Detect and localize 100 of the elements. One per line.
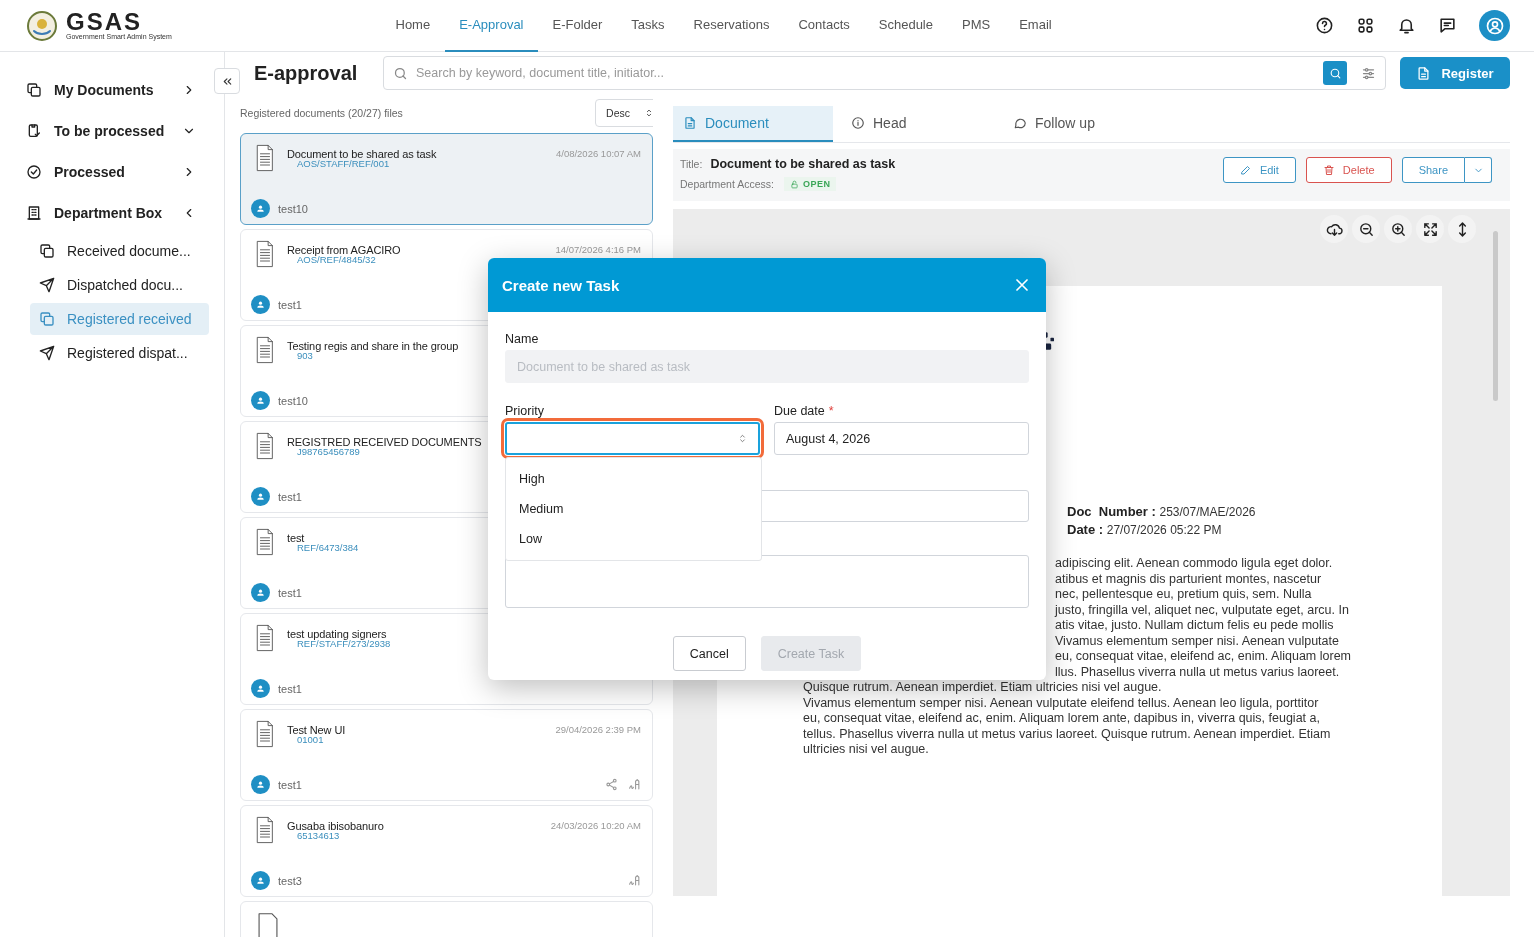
nav-link[interactable]: Tasks — [616, 0, 680, 52]
body-text-line: ultricies nisi vel augue. — [803, 742, 929, 758]
user-name: test3 — [278, 874, 302, 887]
zoom-in-button[interactable] — [1384, 215, 1412, 243]
body-text-line: Vivamus elementum semper nisi. Aenean vulputate — [1055, 633, 1339, 649]
user-name: test1 — [278, 298, 302, 311]
document-title: Receipt from AGACIRO — [287, 244, 401, 256]
dropdown-button[interactable] — [1465, 157, 1492, 183]
nav-link[interactable]: Contacts — [783, 0, 865, 52]
filter-icon[interactable] — [1361, 65, 1376, 81]
user-icon — [1484, 15, 1505, 36]
apps-icon — [1356, 16, 1375, 35]
building-icon — [26, 204, 42, 221]
body-text-line: adipiscing elit. Aenean commodo ligula eget dolor. — [1055, 556, 1333, 572]
register-button[interactable]: Register — [1400, 57, 1510, 89]
sort-arrows-icon — [737, 433, 748, 444]
person-icon — [255, 491, 266, 502]
body-text-line: atis vitae, justo. Nullam dictum felis eu pede mollis — [1055, 618, 1334, 634]
zoom-out-icon — [1357, 220, 1375, 238]
zoom-in-icon — [1389, 220, 1407, 238]
tab[interactable]: Follow up — [1003, 106, 1173, 142]
sidebar-item[interactable]: To be processed — [0, 110, 210, 151]
document-title: Test New UI — [287, 724, 346, 736]
sidebar-item[interactable]: Received docume... — [30, 235, 209, 267]
document-count: Registered documents (20/27) files — [240, 107, 403, 119]
copy-icon — [39, 243, 55, 259]
document-date: 14/07/2026 4:16 PM — [555, 244, 641, 255]
body-text-line: nec, pellentesque eu, pretium quis, sem. Nulla — [1055, 587, 1312, 603]
sidebar-item[interactable]: Department Box — [0, 192, 210, 233]
copy-icon — [26, 81, 42, 98]
body-text-line: Quisque rutrum. Aenean imperdiet. Etiam ultricies nisi vel augue. — [803, 680, 1162, 696]
document-card[interactable]: Gusaba ibisobanuro 24/03/2026 10:20 AM 65134613 test3 — [240, 805, 653, 897]
reference-number: REF/6473/384 — [297, 542, 359, 555]
user-name: test1 — [278, 682, 302, 695]
document-icon — [1416, 65, 1432, 81]
person-icon — [255, 683, 266, 694]
scrollbar[interactable] — [1493, 231, 1498, 401]
required-mark: * — [828, 404, 834, 418]
download-cloud-button[interactable] — [1320, 215, 1348, 243]
document-date: 4/08/2026 10:07 AM — [555, 148, 641, 159]
sidebar-item[interactable]: Registered dispat... — [30, 337, 209, 369]
title-label: Title: — [680, 158, 703, 170]
modal-title: Create new Task — [502, 276, 620, 294]
nav-link[interactable]: Reservations — [679, 0, 784, 52]
bell-icon — [1397, 16, 1416, 35]
emblem-icon — [26, 9, 58, 42]
info-icon — [851, 116, 865, 130]
signature-icon[interactable] — [628, 778, 641, 791]
expand-button[interactable] — [1416, 215, 1444, 243]
document-date: 24/03/2026 10:20 AM — [550, 820, 641, 831]
field-label: Priority — [505, 404, 545, 418]
person-icon — [255, 875, 266, 886]
trash-icon — [1322, 164, 1335, 176]
nav-link[interactable]: PMS — [947, 0, 1005, 52]
nav-link[interactable]: E-Folder — [538, 0, 617, 52]
person-icon — [255, 395, 266, 406]
collapse-button[interactable] — [214, 68, 240, 94]
message-icon — [1438, 16, 1457, 35]
document-title: test — [287, 532, 305, 544]
vertical-arrows-button[interactable] — [1448, 215, 1476, 243]
search-icon — [393, 65, 408, 81]
tab[interactable]: Head — [833, 106, 1003, 142]
share-icon[interactable] — [605, 778, 618, 791]
nav-link[interactable]: E-Approval — [444, 0, 538, 52]
delete-button[interactable]: Delete — [1305, 157, 1392, 183]
sort-select[interactable]: Desc — [595, 99, 653, 127]
sidebar-item[interactable]: Dispatched docu... — [30, 269, 209, 301]
access-label: Department Access: — [680, 178, 774, 190]
sidebar-item[interactable]: My Documents — [0, 69, 210, 110]
send-icon — [39, 277, 55, 293]
document-title: Gusaba ibisobanuro — [287, 820, 384, 832]
reference-number: 903 — [297, 350, 313, 363]
share-button[interactable]: Share — [1401, 157, 1465, 183]
pencil-icon — [1239, 164, 1252, 176]
body-text-line: atibus et magnis dis parturient montes, nascetur — [1055, 571, 1322, 587]
access-badge: OPEN — [783, 177, 837, 191]
document-title: REGISTRED RECEIVED DOCUMENTS — [287, 436, 482, 448]
logo-text: GSAS — [66, 10, 142, 33]
reference-number: J98765456789 — [297, 446, 360, 459]
nav-link[interactable]: Home — [381, 0, 445, 52]
document-card[interactable]: Document to be shared as task 4/08/2026 10:07 AM AOS/STAFF/REF/001 test10 — [240, 133, 653, 225]
user-name: test1 — [278, 490, 302, 503]
nav-link[interactable]: Schedule — [864, 0, 948, 52]
reference-number: AOS/STAFF/REF/001 — [297, 158, 390, 171]
nav-link[interactable]: Email — [1004, 0, 1067, 52]
zoom-out-button[interactable] — [1352, 215, 1380, 243]
cancel-button[interactable]: Cancel — [672, 636, 746, 671]
document-card[interactable]: Test New UI 29/04/2026 2:39 PM 01001 test1 — [240, 709, 653, 801]
search-button[interactable] — [1323, 61, 1347, 85]
copy-icon — [39, 311, 55, 327]
signature-icon[interactable] — [628, 874, 641, 887]
avatar[interactable] — [1479, 10, 1510, 41]
help-icon — [1315, 16, 1334, 35]
sidebar-item[interactable]: Processed — [0, 151, 210, 192]
document-date: Date : 27/07/2026 05:22 PM — [1067, 521, 1223, 539]
date-field[interactable]: August 4, 2026 — [774, 422, 1029, 455]
field-label: Due date * — [774, 404, 835, 418]
sort-arrows-icon — [644, 108, 653, 118]
reference-number: 01001 — [297, 734, 324, 747]
document-title: Document to be shared as task — [710, 157, 896, 171]
